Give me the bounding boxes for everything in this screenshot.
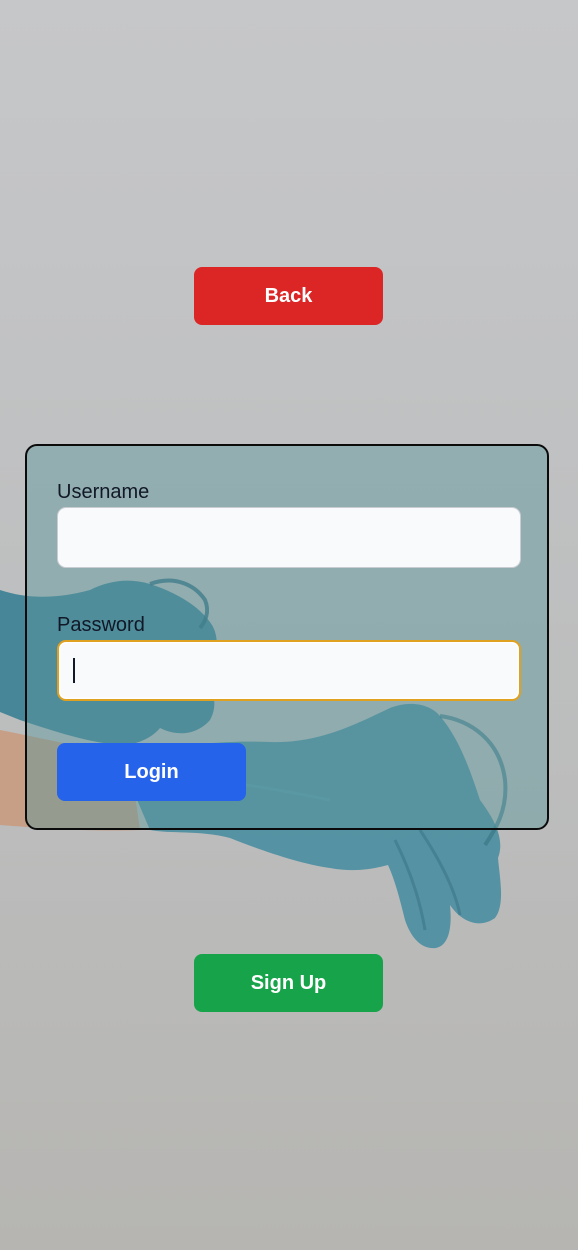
username-input[interactable]	[57, 507, 521, 568]
signup-button[interactable]: Sign Up	[194, 954, 383, 1012]
password-label: Password	[57, 614, 145, 636]
username-label: Username	[57, 481, 150, 503]
login-form-card: Username Password Login	[25, 444, 549, 830]
text-cursor	[73, 658, 75, 683]
back-button[interactable]: Back	[194, 267, 383, 325]
login-button[interactable]: Login	[57, 743, 246, 801]
password-input[interactable]	[57, 640, 521, 701]
